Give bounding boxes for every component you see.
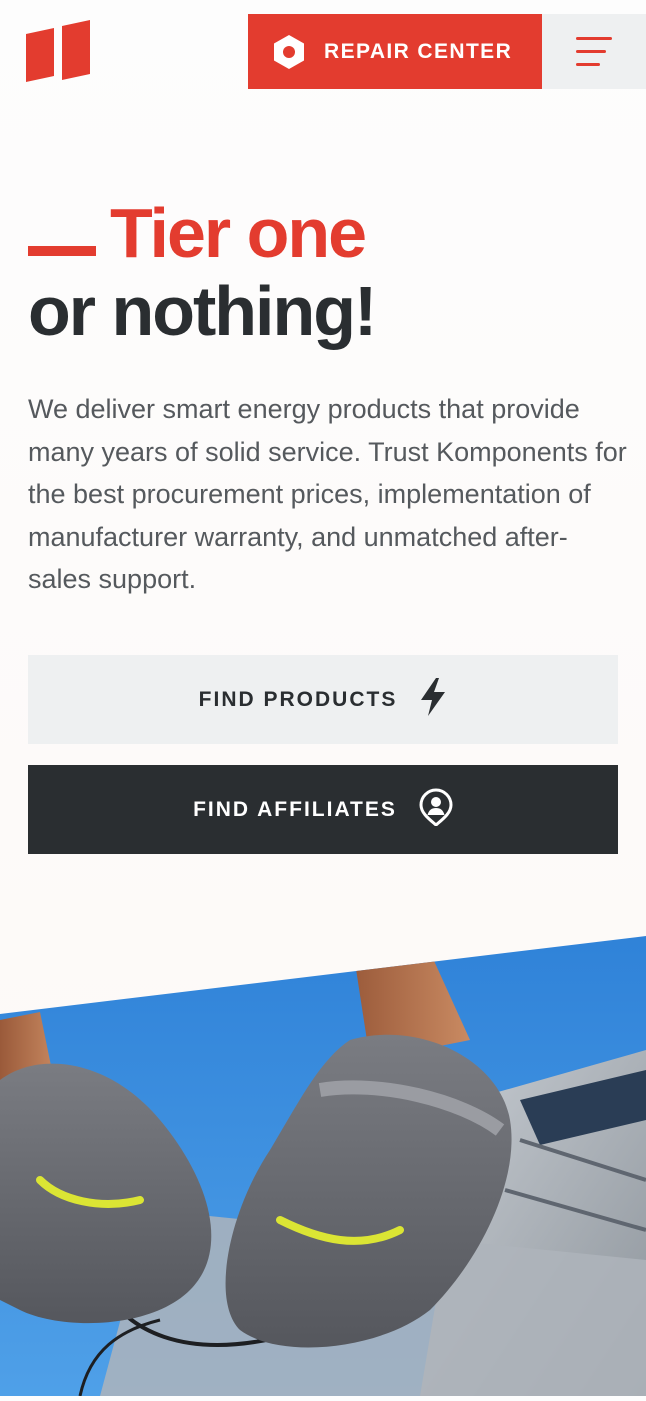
location-user-pin-icon [419, 787, 453, 832]
brand-logo-icon[interactable] [26, 20, 92, 84]
repair-center-button[interactable]: REPAIR CENTER [248, 14, 542, 89]
repair-center-label: REPAIR CENTER [324, 39, 513, 63]
hexagon-icon [272, 34, 306, 70]
hamburger-line [576, 50, 606, 53]
hero-headline: Tier one or nothing! [28, 192, 377, 350]
find-products-button[interactable]: FIND PRODUCTS [28, 655, 618, 744]
hamburger-menu-icon [576, 37, 612, 40]
find-affiliates-label: FIND AFFILIATES [193, 797, 397, 821]
menu-button[interactable] [542, 14, 646, 89]
headline-accent-line: Tier one [28, 192, 375, 274]
hamburger-line [576, 63, 600, 66]
site-header: REPAIR CENTER [0, 0, 646, 100]
headline-line-2: or nothing! [28, 272, 377, 350]
headline-dash [28, 246, 96, 256]
hero-intro-text: We deliver smart energy products that pr… [28, 394, 627, 594]
find-products-label: FIND PRODUCTS [198, 687, 398, 711]
hero-photo-solar-installer [0, 930, 646, 1396]
lightning-bolt-icon [419, 677, 447, 722]
headline-line-1: Tier one [110, 194, 367, 272]
find-affiliates-button[interactable]: FIND AFFILIATES [28, 765, 618, 854]
